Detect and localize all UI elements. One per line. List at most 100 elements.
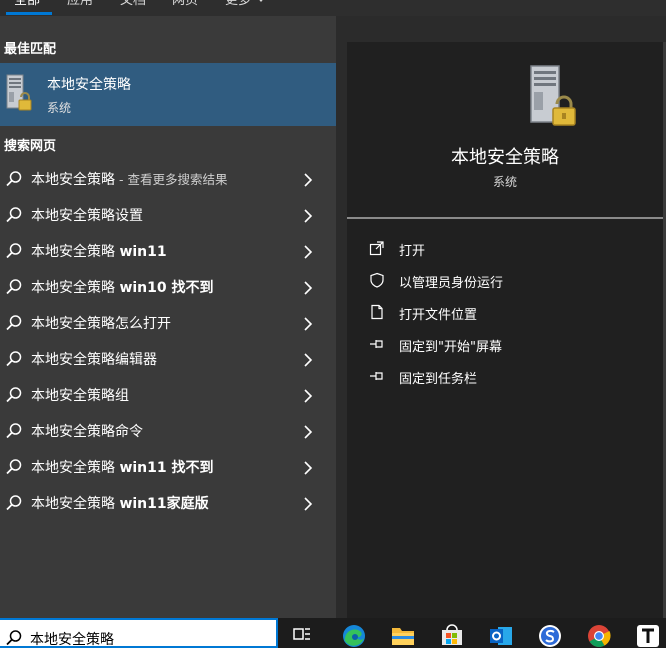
search-icon	[5, 422, 23, 444]
web-search-suggestion[interactable]: 本地安全策略怎么打开	[0, 304, 336, 340]
taskbar: 本地安全策略	[0, 618, 666, 648]
tab-documents[interactable]: 文档	[120, 0, 146, 10]
active-tab-indicator	[6, 12, 52, 15]
web-search-suggestion[interactable]: 本地安全策略 - 查看更多搜索结果	[0, 160, 336, 196]
suggestion-text: 本地安全策略 - 查看更多搜索结果	[31, 169, 227, 189]
action-pin-to-taskbar[interactable]: 固定到任务栏	[369, 365, 649, 389]
detail-subtitle: 系统	[492, 175, 517, 189]
search-icon	[5, 494, 23, 516]
action-pin-to-start[interactable]: 固定到"开始"屏幕	[369, 333, 649, 357]
suggestion-normal-text: 本地安全策略	[31, 280, 120, 296]
web-search-heading: 搜索网页	[4, 139, 57, 154]
tab-more[interactable]: 更多	[225, 0, 267, 10]
pin-icon	[369, 336, 385, 356]
search-icon	[5, 314, 23, 336]
shield-icon	[369, 272, 385, 292]
file-location-icon	[369, 304, 385, 324]
suggestion-text: 本地安全策略 win11家庭版	[31, 493, 209, 513]
action-open-file-location[interactable]: 打开文件位置	[369, 301, 649, 325]
pin-icon	[369, 368, 385, 388]
best-match-subtitle: 系统	[47, 101, 72, 115]
tab-web[interactable]: 网页	[172, 0, 198, 10]
search-icon	[5, 170, 23, 192]
suggestion-bold-text: win11	[119, 244, 167, 260]
detail-title: 本地安全策略	[451, 147, 559, 168]
chevron-right-icon	[303, 172, 313, 191]
suggestion-bold-text: win10 找不到	[119, 280, 214, 296]
suggestion-text: 本地安全策略组	[31, 385, 129, 405]
typora-icon[interactable]	[636, 624, 660, 648]
action-open-file-location-label: 打开文件位置	[399, 308, 478, 323]
action-pin-to-taskbar-label: 固定到任务栏	[399, 372, 478, 387]
sogou-icon[interactable]	[538, 624, 562, 648]
file-explorer-icon[interactable]	[391, 624, 415, 648]
chrome-icon[interactable]	[587, 624, 611, 648]
web-search-suggestion[interactable]: 本地安全策略 win10 找不到	[0, 268, 336, 304]
search-icon	[5, 458, 23, 480]
search-icon	[5, 206, 23, 228]
chevron-right-icon	[303, 424, 313, 443]
web-search-suggestion[interactable]: 本地安全策略命令	[0, 412, 336, 448]
results-pane: 最佳匹配 本地安全策略 系统 搜索网页 本地安全策略 - 查看更多搜索结果 本地安…	[0, 16, 336, 618]
open-icon	[369, 240, 385, 260]
suggestion-bold-text: win11家庭版	[119, 496, 209, 512]
search-query: 本地安全策略	[30, 632, 114, 648]
web-search-suggestion[interactable]: 本地安全策略 win11 找不到	[0, 448, 336, 484]
web-search-suggestion[interactable]: 本地安全策略编辑器	[0, 340, 336, 376]
action-open-label: 打开	[399, 244, 426, 259]
best-match-heading: 最佳匹配	[4, 42, 57, 57]
suggestion-normal-text: 本地安全策略组	[31, 388, 129, 404]
outlook-icon[interactable]	[489, 624, 513, 648]
tab-all[interactable]: 全部	[14, 0, 40, 10]
search-tabs: 全部 应用 文档 网页 更多	[0, 0, 666, 16]
chevron-right-icon	[303, 352, 313, 371]
chevron-right-icon	[303, 460, 313, 479]
detail-divider	[347, 217, 663, 219]
suggestion-text: 本地安全策略怎么打开	[31, 313, 171, 333]
task-view-icon[interactable]	[292, 624, 312, 648]
search-icon	[5, 350, 23, 372]
suggestion-text: 本地安全策略 win11 找不到	[31, 457, 214, 477]
search-icon	[5, 242, 23, 264]
store-icon[interactable]	[441, 624, 463, 648]
web-search-suggestion[interactable]: 本地安全策略组	[0, 376, 336, 412]
search-icon	[5, 386, 23, 408]
suggestion-text: 本地安全策略编辑器	[31, 349, 157, 369]
suggestion-text: 本地安全策略设置	[31, 205, 143, 225]
best-match-title: 本地安全策略	[47, 77, 131, 93]
chevron-right-icon	[303, 316, 313, 335]
suggestion-normal-text: 本地安全策略怎么打开	[31, 316, 171, 332]
suggestion-normal-text: 本地安全策略	[31, 496, 120, 512]
suggestion-normal-text: 本地安全策略命令	[31, 424, 143, 440]
search-icon	[5, 278, 23, 300]
web-search-suggestion[interactable]: 本地安全策略 win11家庭版	[0, 484, 336, 520]
action-run-as-admin-label: 以管理员身份运行	[399, 276, 504, 291]
web-search-suggestion[interactable]: 本地安全策略设置	[0, 196, 336, 232]
action-open[interactable]: 打开	[369, 237, 649, 261]
suggestion-text: 本地安全策略 win11	[31, 241, 167, 261]
edge-icon[interactable]	[342, 624, 366, 648]
suggestion-text: 本地安全策略 win10 找不到	[31, 277, 214, 297]
action-pin-to-start-label: 固定到"开始"屏幕	[399, 340, 502, 355]
chevron-right-icon	[303, 280, 313, 299]
best-match-item[interactable]: 本地安全策略 系统	[0, 63, 336, 126]
suggestion-normal-text: 本地安全策略	[31, 244, 120, 260]
tab-more-label: 更多	[225, 0, 252, 8]
suggestion-bold-text: win11 找不到	[119, 460, 214, 476]
chevron-right-icon	[303, 388, 313, 407]
suggestion-normal-text: 本地安全策略编辑器	[31, 352, 157, 368]
chevron-right-icon	[303, 496, 313, 515]
chevron-down-icon	[256, 0, 267, 2]
web-search-suggestion[interactable]: 本地安全策略 win11	[0, 232, 336, 268]
action-run-as-admin[interactable]: 以管理员身份运行	[369, 269, 649, 293]
suggestion-normal-text: 本地安全策略	[31, 172, 115, 188]
search-icon	[5, 629, 23, 648]
tab-apps[interactable]: 应用	[67, 0, 93, 10]
server-lock-icon	[4, 72, 32, 116]
server-lock-icon	[527, 62, 579, 132]
suggestion-normal-text: 本地安全策略设置	[31, 208, 143, 224]
suggestion-text: 本地安全策略命令	[31, 421, 143, 441]
taskbar-search-box[interactable]: 本地安全策略	[0, 618, 278, 648]
suggestion-normal-text: 本地安全策略	[31, 460, 120, 476]
detail-pane: 本地安全策略 系统 打开 以管理员身份运行 打开文件位置 固定到"开始"屏幕 固…	[347, 42, 666, 618]
